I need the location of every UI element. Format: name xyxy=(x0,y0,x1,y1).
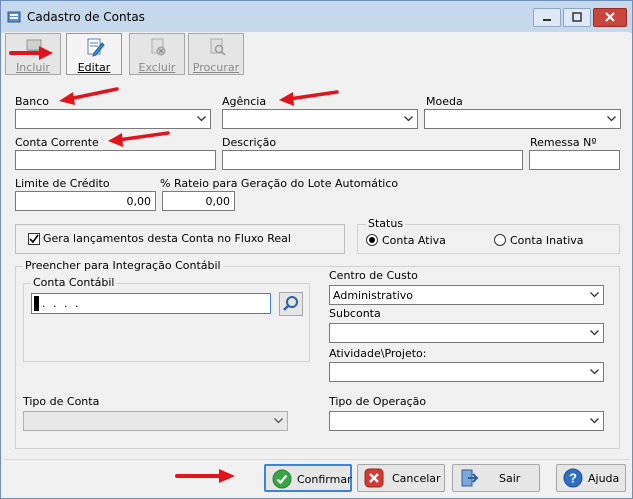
incluir-label: Incluir xyxy=(16,61,50,74)
conta-contabil-search-button[interactable] xyxy=(279,292,303,316)
gera-lancamentos-label[interactable]: Gera lançamentos desta Conta no Fluxo Re… xyxy=(43,232,291,245)
sair-label: Sair xyxy=(499,472,521,485)
close-button[interactable] xyxy=(593,8,627,27)
procurar-button[interactable]: Procurar xyxy=(188,33,244,75)
red-arrow-annotation xyxy=(9,46,53,60)
agencia-label: Agência xyxy=(222,95,267,108)
edit-record-icon xyxy=(87,38,105,57)
excluir-button[interactable]: Excluir xyxy=(129,33,185,75)
search-record-icon xyxy=(210,38,226,56)
procurar-label: Procurar xyxy=(192,61,240,74)
editar-label: Editar xyxy=(77,61,111,74)
limite-credito-value: 0,00 xyxy=(126,195,152,208)
status-inativa-radio[interactable] xyxy=(494,234,506,246)
cancelar-button[interactable]: Cancelar xyxy=(357,464,445,492)
ajuda-label: Ajuda xyxy=(588,472,620,485)
rateio-label: % Rateio para Geração do Lote Automático xyxy=(160,177,399,190)
conta-contabil-legend: Conta Contábil xyxy=(31,276,117,289)
moeda-select[interactable] xyxy=(424,109,621,129)
red-arrow-annotation xyxy=(59,87,119,105)
chevron-down-icon xyxy=(590,418,599,424)
status-ativa-radio[interactable] xyxy=(366,234,378,246)
chevron-down-icon xyxy=(590,330,599,336)
subconta-label: Subconta xyxy=(329,307,381,320)
remessa-label: Remessa Nº xyxy=(530,136,597,149)
centro-custo-value: Administrativo xyxy=(333,289,414,302)
rateio-value: 0,00 xyxy=(205,195,231,208)
confirmar-button[interactable]: Confirmar xyxy=(264,464,352,492)
delete-record-icon xyxy=(151,38,166,56)
status-ativa-label[interactable]: Conta Ativa xyxy=(382,234,446,247)
conta-contabil-value: . . . . xyxy=(42,297,81,310)
conta-corrente-label: Conta Corrente xyxy=(15,136,99,149)
limite-credito-label: Limite de Crédito xyxy=(15,177,110,190)
close-icon xyxy=(605,12,615,22)
cancel-icon xyxy=(364,468,384,488)
atividade-select[interactable] xyxy=(329,362,604,382)
rateio-input[interactable]: 0,00 xyxy=(162,191,235,211)
excluir-label: Excluir xyxy=(138,61,176,74)
minimize-icon xyxy=(543,19,551,21)
atividade-label: Atividade\Projeto: xyxy=(329,347,427,360)
sair-button[interactable]: Sair xyxy=(452,464,540,492)
red-arrow-annotation xyxy=(279,90,339,106)
tipo-conta-select[interactable] xyxy=(23,411,288,431)
tipo-conta-label: Tipo de Conta xyxy=(23,395,100,408)
title-bar: Cadastro de Contas xyxy=(1,1,632,33)
agencia-select[interactable] xyxy=(222,109,418,129)
remessa-input[interactable] xyxy=(529,150,620,170)
tipo-operacao-select[interactable] xyxy=(329,411,604,431)
centro-custo-select[interactable]: Administrativo xyxy=(329,285,604,305)
moeda-label: Moeda xyxy=(426,95,463,108)
ajuda-button[interactable]: ? Ajuda xyxy=(556,464,626,492)
limite-credito-input[interactable]: 0,00 xyxy=(15,191,156,211)
editar-button[interactable]: Editar xyxy=(66,33,122,75)
confirm-icon xyxy=(272,469,292,489)
chevron-down-icon xyxy=(590,292,599,298)
bottom-button-bar: Confirmar Cancelar Sair ? Ajuda xyxy=(4,459,630,496)
status-legend: Status xyxy=(366,217,406,230)
red-arrow-annotation xyxy=(108,131,170,147)
maximize-button[interactable] xyxy=(563,8,591,27)
window: Cadastro de Contas Incluir Editar Exclui… xyxy=(0,0,633,499)
exit-icon xyxy=(461,469,479,487)
descricao-label: Descrição xyxy=(222,136,277,149)
svg-text:?: ? xyxy=(569,471,577,486)
window-title: Cadastro de Contas xyxy=(27,10,145,24)
maximize-icon xyxy=(572,12,582,22)
subconta-select[interactable] xyxy=(329,323,604,343)
check-icon xyxy=(29,234,39,244)
minimize-button[interactable] xyxy=(533,8,561,27)
chevron-down-icon xyxy=(274,418,283,424)
status-inativa-label[interactable]: Conta Inativa xyxy=(510,234,584,247)
chevron-down-icon xyxy=(607,116,616,122)
conta-contabil-input[interactable]: . . . . xyxy=(31,293,271,314)
tipo-operacao-label: Tipo de Operação xyxy=(329,395,427,408)
confirmar-label: Confirmar xyxy=(297,473,352,486)
banco-select[interactable] xyxy=(15,109,211,129)
banco-label: Banco xyxy=(15,95,50,108)
help-icon: ? xyxy=(563,468,583,488)
conta-corrente-input[interactable] xyxy=(15,150,216,170)
chevron-down-icon xyxy=(404,116,413,122)
gera-lancamentos-checkbox[interactable] xyxy=(28,233,40,245)
red-arrow-annotation xyxy=(175,469,235,483)
cancelar-label: Cancelar xyxy=(392,472,441,485)
search-icon xyxy=(283,296,298,311)
chevron-down-icon xyxy=(590,369,599,375)
centro-custo-label: Centro de Custo xyxy=(329,269,418,282)
toolbar: Incluir Editar Excluir Procurar xyxy=(4,32,630,76)
chevron-down-icon xyxy=(197,116,206,122)
integracao-legend: Preencher para Integração Contábil xyxy=(23,259,223,272)
app-icon xyxy=(7,11,21,23)
descricao-input[interactable] xyxy=(222,150,523,170)
